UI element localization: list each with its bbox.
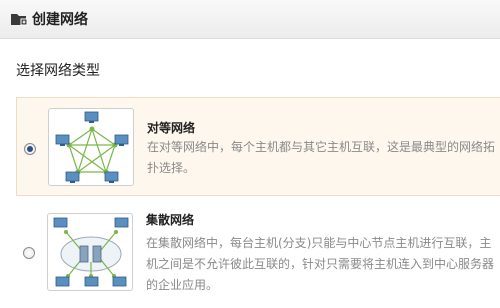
network-folder-icon [11, 14, 28, 26]
description-line: 扑选择。 [147, 161, 196, 175]
radio-peer-network[interactable] [24, 143, 36, 155]
section-title: 选择网络类型 [16, 63, 100, 79]
option-peer-network[interactable]: 对等网络 在对等网络中，每个主机都与其它主机互联，这是最典型的网络拓 扑选择。 [16, 97, 500, 196]
description-line: 机之间是不允许彼此互联的，针对只需要将主机连入到中心服务器 [146, 257, 495, 271]
peer-to-peer-network-diagram [48, 108, 134, 186]
description-line: 在集散网络中，每台主机(分支)只能与中心节点主机进行互联，主 [146, 236, 492, 250]
option-hub-network[interactable]: 集散网络 在集散网络中，每台主机(分支)只能与中心节点主机进行互联，主 机之间是… [16, 203, 500, 308]
window-title: 创建网络 [32, 12, 88, 28]
option-hub-network-title: 集散网络 [146, 213, 195, 227]
hub-network-diagram [47, 213, 133, 291]
option-hub-network-description: 在集散网络中，每台主机(分支)只能与中心节点主机进行互联，主 机之间是不允许彼此… [146, 233, 496, 296]
description-line: 在对等网络中，每个主机都与其它主机互联，这是最典型的网络拓 [147, 140, 496, 154]
option-peer-network-description: 在对等网络中，每个主机都与其它主机互联，这是最典型的网络拓 扑选择。 [147, 137, 497, 179]
description-line: 的企业应用。 [146, 278, 219, 292]
window-titlebar: 创建网络 [0, 0, 500, 39]
radio-hub-network[interactable] [23, 247, 35, 259]
option-peer-network-title: 对等网络 [147, 121, 196, 135]
